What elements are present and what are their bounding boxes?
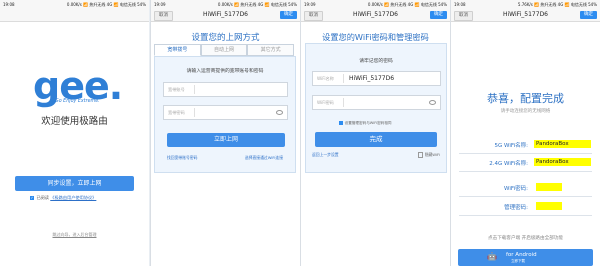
summary-row: 5G WiFi名称: PandoraBox [459,137,592,154]
agreement-row: ✓ 已阅读 《极路由用户使用协议》 [30,195,96,201]
same-password-checkbox[interactable] [339,121,343,125]
same-password-label: 设置管理密码与WiFi密码相同 [344,121,392,125]
summary-row: 2.4G WiFi名称: PandoraBox [459,155,592,172]
confirm-button[interactable]: 确定 [280,11,297,19]
welcome-title: 欢迎使用极路由 [41,116,108,127]
setup-complete-screen: 19:08 5.76K/s 📶 热升无线 4G 📶 电信无线 54% 取消 Hi… [450,0,600,266]
tab-dhcp[interactable]: 自动上网 [200,44,248,56]
summary-key: WiFi密码: [504,186,528,192]
download-android-button[interactable]: 🤖 for Android 立即下载 [458,249,593,266]
summary-key: 5G WiFi名称: [494,143,529,149]
tab-other[interactable]: 其它方式 [247,44,295,56]
summary-value: PandoraBox [536,141,569,147]
agree-checkbox[interactable]: ✓ [30,196,34,200]
download-title: for Android [506,252,537,258]
highlight-mark [536,183,562,191]
summary-key: 2.4G WiFi名称: [489,161,528,167]
app-canvas: 19:08 0.00K/s 📶 热升无线 4G 📶 电信无线 54% gee. … [0,0,600,266]
status-time: 19:08 [454,2,466,7]
wifi-panel: 请牢记您的密码 WiFi名称 HiWiFi_5177D6 WiFi密码 设置管理… [305,43,447,173]
connect-button[interactable]: 立即上网 [167,133,285,147]
status-time: 19:08 [3,2,15,7]
wifi-password-label: WiFi密码 [313,98,344,107]
status-bar: 19:09 0.00K/s 📶 热升无线 4G 📶 电信无线 54% [301,0,450,9]
finish-button[interactable]: 完成 [315,132,437,147]
skip-wizard-link[interactable]: 跳过向导，进入后台管理 [0,232,149,238]
panel-links: 返回上一步设置 隐藏WiFi [312,152,440,158]
top-nav [0,9,149,22]
agree-prefix: 已阅读 [36,195,49,200]
complete-title: 恭喜，配置完成 [487,92,564,105]
logo-tagline: Go Enjoy Extreme. [55,99,100,104]
eye-icon[interactable] [276,110,283,115]
panel-links: 找回宽带账号密码 选择直接通过WiFi连接 [167,155,283,161]
wifi-name-label: WiFi名称 [313,74,344,83]
hide-wifi-option[interactable]: 隐藏WiFi [417,152,440,158]
hide-wifi-label: 隐藏WiFi [424,152,440,157]
summary-row: WiFi密码: [459,180,592,197]
download-hint: 点击下载客户端 开启极路由全部功能 [488,236,563,241]
direct-wifi-link[interactable]: 选择直接通过WiFi连接 [245,155,283,161]
password-field[interactable]: 宽带密码 [163,105,288,120]
wifi-password-screen: 19:09 0.00K/s 📶 热升无线 4G 📶 电信无线 54% 取消 Hi… [300,0,450,266]
hide-wifi-checkbox[interactable] [417,152,424,158]
status-indicators: 0.00K/s 📶 热升无线 4G 📶 电信无线 54% [367,2,447,7]
highlight-mark [536,202,562,210]
nav-title: HiWiFi_5177D6 [352,11,399,18]
back-link[interactable]: 返回上一步设置 [312,152,339,158]
password-label: 宽带密码 [164,108,195,117]
connection-tabs: 宽带拨号 自动上网 其它方式 [154,44,295,56]
complete-subtitle: 请手动连接您的无线网络 [500,109,551,114]
wifi-password-field[interactable]: WiFi密码 [312,95,441,110]
page-heading: 设置您的WiFi密码和管理密码 [322,32,429,42]
status-indicators: 0.00K/s 📶 热升无线 4G 📶 电信无线 54% [66,2,146,7]
sync-setup-button[interactable]: 同步设置，立即上网 [15,176,134,191]
status-time: 19:09 [154,2,166,7]
summary-row: 管理密码: [459,199,592,216]
download-subtitle: 立即下载 [511,259,525,263]
summary-key: 管理密码: [504,205,528,211]
recover-account-link[interactable]: 找回宽带账号密码 [167,155,197,161]
pppoe-hint: 请输入运营商提供的宽带账号和密码 [186,69,264,74]
status-indicators: 5.76K/s 📶 热升无线 4G 📶 电信无线 54% [517,2,597,7]
nav-title: HiWiFi_5177D6 [202,11,249,18]
internet-setup-screen: 19:09 0.00K/s 📶 热升无线 4G 📶 电信无线 54% 取消 Hi… [150,0,300,266]
status-bar: 19:08 5.76K/s 📶 热升无线 4G 📶 电信无线 54% [451,0,600,9]
eye-icon[interactable] [429,100,436,105]
top-nav: 取消 HiWiFi_5177D6 确定 [151,9,300,22]
tab-pppoe[interactable]: 宽带拨号 [154,44,201,56]
top-nav: 取消 HiWiFi_5177D6 确定 [301,9,450,22]
status-bar: 19:08 0.00K/s 📶 热升无线 4G 📶 电信无线 54% [0,0,149,9]
top-nav: 取消 HiWiFi_5177D6 确定 [451,9,600,22]
wifi-name-field[interactable]: WiFi名称 HiWiFi_5177D6 [312,71,441,86]
gee-logo: gee. Go Enjoy Extreme. [33,66,123,110]
nav-title: HiWiFi_5177D6 [502,11,549,18]
password-hint: 请牢记您的密码 [359,59,393,64]
status-bar: 19:09 0.00K/s 📶 热升无线 4G 📶 电信无线 54% [151,0,300,9]
android-icon: 🤖 [487,252,497,261]
confirm-button[interactable]: 确定 [430,11,447,19]
account-label: 宽带账号 [164,85,195,94]
page-heading: 设置您的上网方式 [191,33,260,43]
welcome-screen: 19:08 0.00K/s 📶 热升无线 4G 📶 电信无线 54% gee. … [0,0,149,266]
status-indicators: 0.00K/s 📶 热升无线 4G 📶 电信无线 54% [217,2,297,7]
summary-value: PandoraBox [536,159,569,165]
agreement-link[interactable]: 《极路由用户使用协议》 [50,195,96,200]
account-field[interactable]: 宽带账号 [163,82,288,97]
wifi-name-value: HiWiFi_5177D6 [349,75,395,82]
same-password-option[interactable]: 设置管理密码与WiFi密码相同 [339,121,391,126]
confirm-button[interactable]: 确定 [580,11,597,19]
status-time: 19:09 [304,2,316,7]
pppoe-panel: 请输入运营商提供的宽带账号和密码 宽带账号 宽带密码 立即上网 找回宽带账号密码… [154,56,296,173]
